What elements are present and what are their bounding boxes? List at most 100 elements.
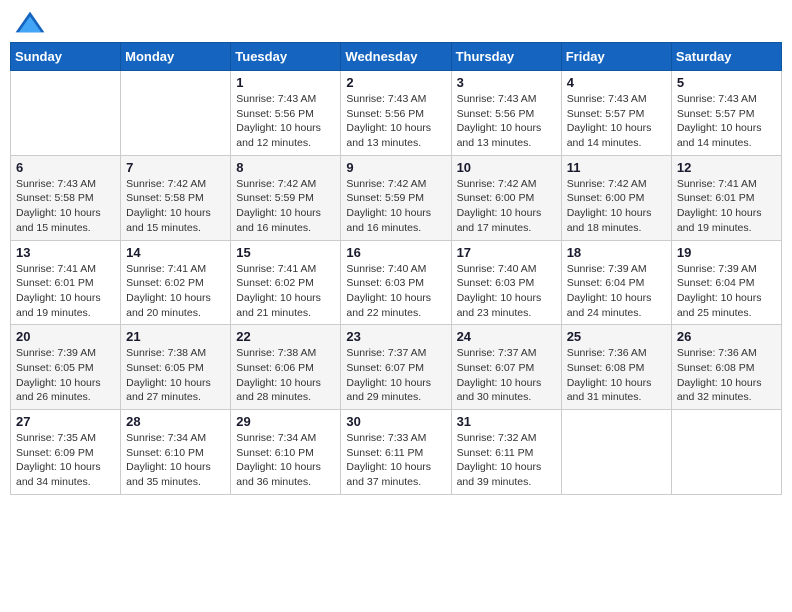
page-header	[10, 10, 782, 34]
weekday-header-sunday: Sunday	[11, 43, 121, 71]
day-info: Sunrise: 7:39 AM Sunset: 6:04 PM Dayligh…	[567, 262, 666, 321]
day-number: 25	[567, 329, 666, 344]
day-info: Sunrise: 7:38 AM Sunset: 6:06 PM Dayligh…	[236, 346, 335, 405]
calendar-cell: 26 Sunrise: 7:36 AM Sunset: 6:08 PM Dayli…	[671, 325, 781, 410]
calendar-cell: 6 Sunrise: 7:43 AM Sunset: 5:58 PM Daylig…	[11, 155, 121, 240]
calendar-cell: 28Sunrise: 7:34 AM Sunset: 6:10 PM Dayli…	[121, 410, 231, 495]
calendar-cell: 16Sunrise: 7:40 AM Sunset: 6:03 PM Dayli…	[341, 240, 451, 325]
day-info: Sunrise: 7:33 AM Sunset: 6:11 PM Dayligh…	[346, 431, 445, 490]
day-info: Sunrise: 7:39 AM Sunset: 6:04 PM Dayligh…	[677, 262, 776, 321]
calendar-cell: 13 Sunrise: 7:41 AM Sunset: 6:01 PM Dayli…	[11, 240, 121, 325]
day-info: Sunrise: 7:34 AM Sunset: 6:10 PM Dayligh…	[126, 431, 225, 490]
day-number: 22	[236, 329, 335, 344]
day-info: Sunrise: 7:42 AM Sunset: 5:58 PM Dayligh…	[126, 177, 225, 236]
day-number: 23	[346, 329, 445, 344]
day-info: Sunrise: 7:32 AM Sunset: 6:11 PM Dayligh…	[457, 431, 556, 490]
day-number: 10	[457, 160, 556, 175]
calendar-cell: 2 Sunrise: 7:43 AM Sunset: 5:56 PM Daylig…	[341, 71, 451, 156]
logo-icon	[14, 10, 46, 34]
day-info: Sunrise: 7:36 AM Sunset: 6:08 PM Dayligh…	[677, 346, 776, 405]
day-info: Sunrise: 7:43 AM Sunset: 5:56 PM Dayligh…	[346, 92, 445, 151]
weekday-header-wednesday: Wednesday	[341, 43, 451, 71]
day-number: 5	[677, 75, 776, 90]
week-row-4: 20 Sunrise: 7:39 AM Sunset: 6:05 PM Dayli…	[11, 325, 782, 410]
weekday-header-monday: Monday	[121, 43, 231, 71]
day-info: Sunrise: 7:40 AM Sunset: 6:03 PM Dayligh…	[346, 262, 445, 321]
day-number: 29	[236, 414, 335, 429]
calendar-cell	[561, 410, 671, 495]
day-info: Sunrise: 7:43 AM Sunset: 5:56 PM Dayligh…	[457, 92, 556, 151]
calendar-cell: 25 Sunrise: 7:36 AM Sunset: 6:08 PM Dayli…	[561, 325, 671, 410]
day-number: 31	[457, 414, 556, 429]
week-row-5: 27 Sunrise: 7:35 AM Sunset: 6:09 PM Dayli…	[11, 410, 782, 495]
calendar-cell: 3 Sunrise: 7:43 AM Sunset: 5:56 PM Daylig…	[451, 71, 561, 156]
day-number: 4	[567, 75, 666, 90]
calendar-cell: 5 Sunrise: 7:43 AM Sunset: 5:57 PM Daylig…	[671, 71, 781, 156]
day-info: Sunrise: 7:34 AM Sunset: 6:10 PM Dayligh…	[236, 431, 335, 490]
day-info: Sunrise: 7:43 AM Sunset: 5:58 PM Dayligh…	[16, 177, 115, 236]
day-info: Sunrise: 7:37 AM Sunset: 6:07 PM Dayligh…	[457, 346, 556, 405]
weekday-header-friday: Friday	[561, 43, 671, 71]
calendar-cell: 11 Sunrise: 7:42 AM Sunset: 6:00 PM Dayli…	[561, 155, 671, 240]
day-info: Sunrise: 7:37 AM Sunset: 6:07 PM Dayligh…	[346, 346, 445, 405]
day-info: Sunrise: 7:35 AM Sunset: 6:09 PM Dayligh…	[16, 431, 115, 490]
day-number: 11	[567, 160, 666, 175]
day-number: 8	[236, 160, 335, 175]
week-row-1: 1 Sunrise: 7:43 AM Sunset: 5:56 PM Daylig…	[11, 71, 782, 156]
day-info: Sunrise: 7:43 AM Sunset: 5:57 PM Dayligh…	[567, 92, 666, 151]
day-info: Sunrise: 7:43 AM Sunset: 5:57 PM Dayligh…	[677, 92, 776, 151]
calendar-cell: 1 Sunrise: 7:43 AM Sunset: 5:56 PM Daylig…	[231, 71, 341, 156]
logo	[14, 10, 50, 34]
day-number: 9	[346, 160, 445, 175]
week-row-3: 13 Sunrise: 7:41 AM Sunset: 6:01 PM Dayli…	[11, 240, 782, 325]
weekday-header-tuesday: Tuesday	[231, 43, 341, 71]
calendar-cell: 21 Sunrise: 7:38 AM Sunset: 6:05 PM Dayli…	[121, 325, 231, 410]
calendar-cell: 20 Sunrise: 7:39 AM Sunset: 6:05 PM Dayli…	[11, 325, 121, 410]
calendar-cell	[11, 71, 121, 156]
calendar-cell: 17 Sunrise: 7:40 AM Sunset: 6:03 PM Dayli…	[451, 240, 561, 325]
day-info: Sunrise: 7:42 AM Sunset: 6:00 PM Dayligh…	[567, 177, 666, 236]
day-number: 21	[126, 329, 225, 344]
day-number: 26	[677, 329, 776, 344]
day-info: Sunrise: 7:39 AM Sunset: 6:05 PM Dayligh…	[16, 346, 115, 405]
calendar-cell: 19 Sunrise: 7:39 AM Sunset: 6:04 PM Dayli…	[671, 240, 781, 325]
day-info: Sunrise: 7:36 AM Sunset: 6:08 PM Dayligh…	[567, 346, 666, 405]
day-number: 19	[677, 245, 776, 260]
calendar-cell: 24 Sunrise: 7:37 AM Sunset: 6:07 PM Dayli…	[451, 325, 561, 410]
day-number: 24	[457, 329, 556, 344]
day-info: Sunrise: 7:42 AM Sunset: 5:59 PM Dayligh…	[346, 177, 445, 236]
calendar: SundayMondayTuesdayWednesdayThursdayFrid…	[10, 42, 782, 495]
day-info: Sunrise: 7:41 AM Sunset: 6:02 PM Dayligh…	[236, 262, 335, 321]
calendar-cell: 31 Sunrise: 7:32 AM Sunset: 6:11 PM Dayli…	[451, 410, 561, 495]
day-number: 14	[126, 245, 225, 260]
calendar-cell: 23 Sunrise: 7:37 AM Sunset: 6:07 PM Dayli…	[341, 325, 451, 410]
day-info: Sunrise: 7:41 AM Sunset: 6:01 PM Dayligh…	[16, 262, 115, 321]
weekday-header-row: SundayMondayTuesdayWednesdayThursdayFrid…	[11, 43, 782, 71]
calendar-cell: 30Sunrise: 7:33 AM Sunset: 6:11 PM Dayli…	[341, 410, 451, 495]
calendar-cell: 18Sunrise: 7:39 AM Sunset: 6:04 PM Dayli…	[561, 240, 671, 325]
calendar-cell: 27 Sunrise: 7:35 AM Sunset: 6:09 PM Dayli…	[11, 410, 121, 495]
weekday-header-thursday: Thursday	[451, 43, 561, 71]
calendar-cell	[121, 71, 231, 156]
day-info: Sunrise: 7:38 AM Sunset: 6:05 PM Dayligh…	[126, 346, 225, 405]
day-number: 6	[16, 160, 115, 175]
calendar-cell: 8Sunrise: 7:42 AM Sunset: 5:59 PM Daylig…	[231, 155, 341, 240]
day-number: 1	[236, 75, 335, 90]
calendar-cell: 9 Sunrise: 7:42 AM Sunset: 5:59 PM Daylig…	[341, 155, 451, 240]
calendar-cell: 12Sunrise: 7:41 AM Sunset: 6:01 PM Dayli…	[671, 155, 781, 240]
day-number: 12	[677, 160, 776, 175]
day-number: 7	[126, 160, 225, 175]
day-number: 3	[457, 75, 556, 90]
day-info: Sunrise: 7:40 AM Sunset: 6:03 PM Dayligh…	[457, 262, 556, 321]
day-number: 13	[16, 245, 115, 260]
day-number: 15	[236, 245, 335, 260]
day-info: Sunrise: 7:43 AM Sunset: 5:56 PM Dayligh…	[236, 92, 335, 151]
day-number: 20	[16, 329, 115, 344]
calendar-cell: 29 Sunrise: 7:34 AM Sunset: 6:10 PM Dayli…	[231, 410, 341, 495]
day-number: 2	[346, 75, 445, 90]
day-info: Sunrise: 7:42 AM Sunset: 6:00 PM Dayligh…	[457, 177, 556, 236]
calendar-cell	[671, 410, 781, 495]
day-number: 17	[457, 245, 556, 260]
calendar-cell: 4 Sunrise: 7:43 AM Sunset: 5:57 PM Daylig…	[561, 71, 671, 156]
day-number: 27	[16, 414, 115, 429]
